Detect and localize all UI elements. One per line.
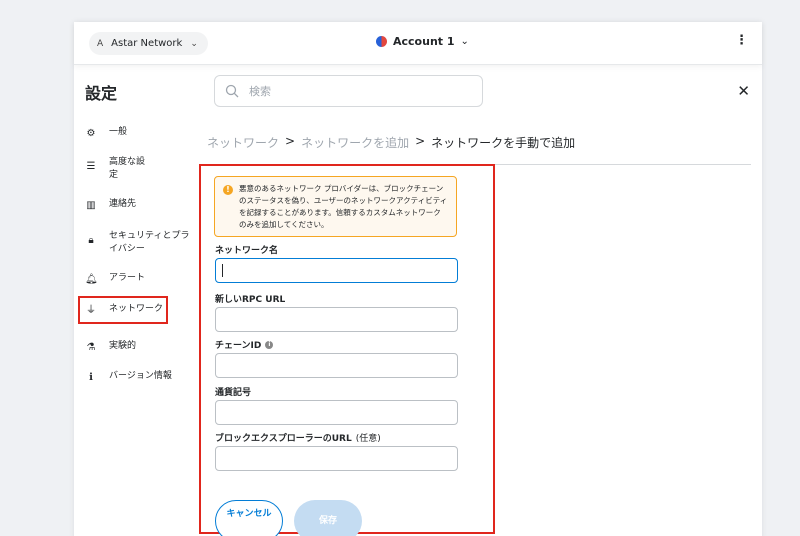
close-icon[interactable]: ✕ bbox=[737, 84, 750, 99]
network-name-label: ネットワーク名 bbox=[215, 246, 279, 256]
gear-icon: ⚙ bbox=[86, 128, 96, 139]
account-avatar bbox=[376, 36, 387, 47]
breadcrumb-item[interactable]: ネットワーク bbox=[207, 134, 279, 151]
sidebar-item-label: バージョン情報 bbox=[109, 371, 172, 381]
breadcrumb-separator: > bbox=[285, 134, 296, 148]
sidebar-item-security[interactable]: 🔒︎ セキュリティとプライバシー bbox=[80, 226, 200, 260]
bell-icon: 🔔︎ bbox=[85, 274, 98, 285]
sidebar-item-label: セキュリティとプライバシー bbox=[109, 231, 190, 254]
network-selector[interactable]: A Astar Network ⌄ bbox=[89, 32, 208, 55]
settings-sidebar: ⚙ 一般 ☰ 高度な設定 ▥ 連絡先 🔒︎ セキュリティとプライバシー 🔔︎ ア… bbox=[78, 122, 200, 388]
plug-icon: ⏚ bbox=[86, 305, 96, 316]
page-title: 設定 bbox=[85, 84, 118, 103]
currency-symbol-input[interactable] bbox=[215, 400, 458, 425]
sidebar-item-label: 連絡先 bbox=[109, 199, 137, 209]
sidebar-item-alerts[interactable]: 🔔︎ アラート bbox=[80, 268, 200, 290]
breadcrumb-current: ネットワークを手動で追加 bbox=[431, 136, 576, 150]
breadcrumb-separator: > bbox=[415, 134, 426, 148]
search-box[interactable] bbox=[214, 75, 483, 107]
kebab-menu-icon[interactable]: ⋮ bbox=[735, 34, 748, 48]
sidebar-item-label: ネットワーク bbox=[109, 304, 164, 314]
warning-icon: ! bbox=[223, 185, 233, 195]
sidebar-item-general[interactable]: ⚙ 一般 bbox=[80, 122, 200, 144]
rpc-url-input[interactable] bbox=[215, 307, 458, 332]
info-icon: ℹ bbox=[89, 372, 93, 383]
lock-icon: 🔒︎ bbox=[88, 235, 94, 246]
account-label: Account 1 bbox=[393, 35, 455, 48]
settings-window: A Astar Network ⌄ Account 1 ⌄ ⋮ 設定 ✕ ⚙ 一… bbox=[74, 22, 762, 536]
block-explorer-input[interactable] bbox=[215, 446, 458, 471]
divider bbox=[201, 164, 751, 165]
book-icon: ▥ bbox=[86, 200, 96, 211]
warning-text: 悪意のあるネットワーク プロバイダーは、ブロックチェーンのステータスを偽り、ユー… bbox=[239, 184, 448, 229]
flask-icon: ⚗ bbox=[86, 342, 96, 353]
breadcrumb: ネットワーク > ネットワークを追加 > ネットワークを手動で追加 bbox=[207, 134, 575, 151]
search-icon bbox=[225, 84, 239, 98]
sidebar-item-label: アラート bbox=[109, 273, 146, 283]
text-caret bbox=[222, 264, 223, 277]
chain-id-label: チェーンID i bbox=[215, 338, 274, 351]
search-input[interactable] bbox=[249, 84, 469, 98]
sidebar-item-advanced[interactable]: ☰ 高度な設定 bbox=[80, 152, 200, 186]
breadcrumb-item[interactable]: ネットワークを追加 bbox=[301, 134, 409, 151]
top-bar: A Astar Network ⌄ Account 1 ⌄ ⋮ bbox=[74, 22, 762, 65]
network-name-input[interactable] bbox=[215, 258, 458, 283]
sidebar-item-experimental[interactable]: ⚗ 実験的 bbox=[80, 336, 200, 358]
sidebar-item-label: 高度な設定 bbox=[109, 157, 146, 180]
network-avatar: A bbox=[97, 38, 104, 49]
cancel-button[interactable]: キャンセル bbox=[215, 500, 283, 536]
warning-banner: ! 悪意のあるネットワーク プロバイダーは、ブロックチェーンのステータスを偽り、… bbox=[214, 176, 457, 237]
rpc-url-label: 新しいRPC URL bbox=[215, 295, 286, 305]
sidebar-item-label: 一般 bbox=[109, 127, 128, 137]
info-icon[interactable]: i bbox=[265, 340, 274, 349]
chevron-down-icon: ⌄ bbox=[190, 38, 198, 49]
sidebar-item-label: 実験的 bbox=[109, 341, 137, 351]
sliders-icon: ☰ bbox=[86, 161, 96, 172]
sidebar-item-about[interactable]: ℹ バージョン情報 bbox=[80, 366, 200, 388]
account-selector[interactable]: Account 1 ⌄ bbox=[376, 35, 469, 48]
chain-id-input[interactable] bbox=[215, 353, 458, 378]
currency-symbol-label: 通貨記号 bbox=[215, 388, 252, 398]
chevron-down-icon: ⌄ bbox=[460, 36, 469, 47]
save-button[interactable]: 保存 bbox=[294, 500, 362, 536]
add-network-form: ! 悪意のあるネットワーク プロバイダーは、ブロックチェーンのステータスを偽り、… bbox=[199, 164, 495, 536]
block-explorer-label: ブロックエクスプローラーのURL (任意) bbox=[215, 434, 381, 444]
network-label: Astar Network bbox=[111, 38, 183, 49]
sidebar-item-contacts[interactable]: ▥ 連絡先 bbox=[80, 194, 200, 216]
sidebar-item-networks[interactable]: ⏚ ネットワーク bbox=[78, 296, 168, 324]
